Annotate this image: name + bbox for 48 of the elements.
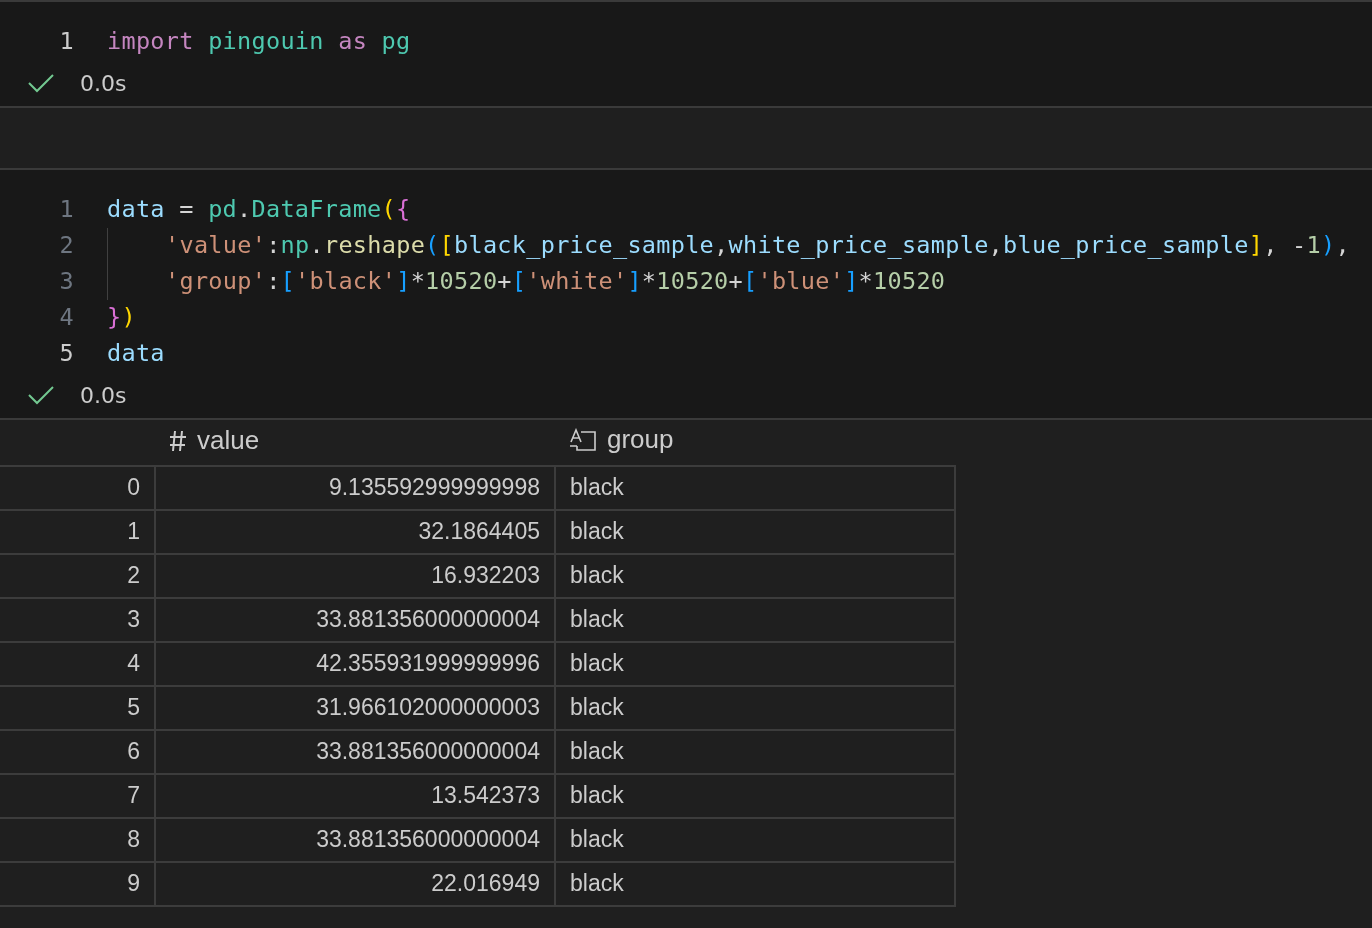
line-number: 5 (58, 338, 74, 370)
row-index: 3 (0, 597, 155, 642)
line-number: 1 (58, 26, 74, 58)
execution-time: 0.0s (80, 381, 127, 410)
code-line: 'value':np.reshape([black_price_sample,white_price_sample,blue_price_sample], -1), (107, 228, 1350, 264)
execution-time: 0.0s (80, 69, 127, 98)
line-number: 1 (58, 194, 74, 226)
code-line: 'group':['black']*10520+['white']*10520+['blue']*10520 (107, 264, 946, 300)
row-index: 5 (0, 685, 155, 730)
table-cell: black (555, 509, 955, 554)
table-cell: 42.355931999999996 (155, 641, 555, 686)
number-type-icon (169, 429, 187, 452)
table-cell: 31.966102000000003 (155, 685, 555, 730)
table-cell: black (555, 773, 955, 818)
row-index: 7 (0, 773, 155, 818)
table-cell: 9.135592999999998 (155, 465, 555, 510)
column-header[interactable]: value (169, 421, 260, 460)
code-line: data (107, 338, 165, 370)
table-cell: 33.881356000000004 (155, 729, 555, 774)
row-index: 2 (0, 553, 155, 598)
table-cell: 16.932203 (155, 553, 555, 598)
row-index: 9 (0, 861, 155, 906)
table-cell: 33.881356000000004 (155, 597, 555, 642)
row-index: 8 (0, 817, 155, 862)
line-number: 3 (58, 266, 74, 298)
table-cell: 32.1864405 (155, 509, 555, 554)
column-header[interactable]: group (569, 420, 674, 459)
table-cell: 33.881356000000004 (155, 817, 555, 862)
table-cell: 22.016949 (155, 861, 555, 906)
row-index: 1 (0, 509, 155, 554)
table-cell: black (555, 553, 955, 598)
row-index: 6 (0, 729, 155, 774)
row-index: 0 (0, 465, 155, 510)
table-cell: black (555, 861, 955, 906)
table-cell: black (555, 641, 955, 686)
line-number: 4 (58, 302, 74, 334)
code-line: import pingouin as pg (107, 26, 411, 58)
table-cell: black (555, 685, 955, 730)
row-index: 4 (0, 641, 155, 686)
table-cell: 13.542373 (155, 773, 555, 818)
table-cell: black (555, 729, 955, 774)
code-line: }) (107, 302, 136, 334)
code-line: data = pd.DataFrame({ (107, 194, 411, 226)
table-cell: black (555, 597, 955, 642)
table-cell: black (555, 465, 955, 510)
line-number: 2 (58, 230, 74, 262)
text-type-icon (569, 427, 597, 452)
table-cell: black (555, 817, 955, 862)
